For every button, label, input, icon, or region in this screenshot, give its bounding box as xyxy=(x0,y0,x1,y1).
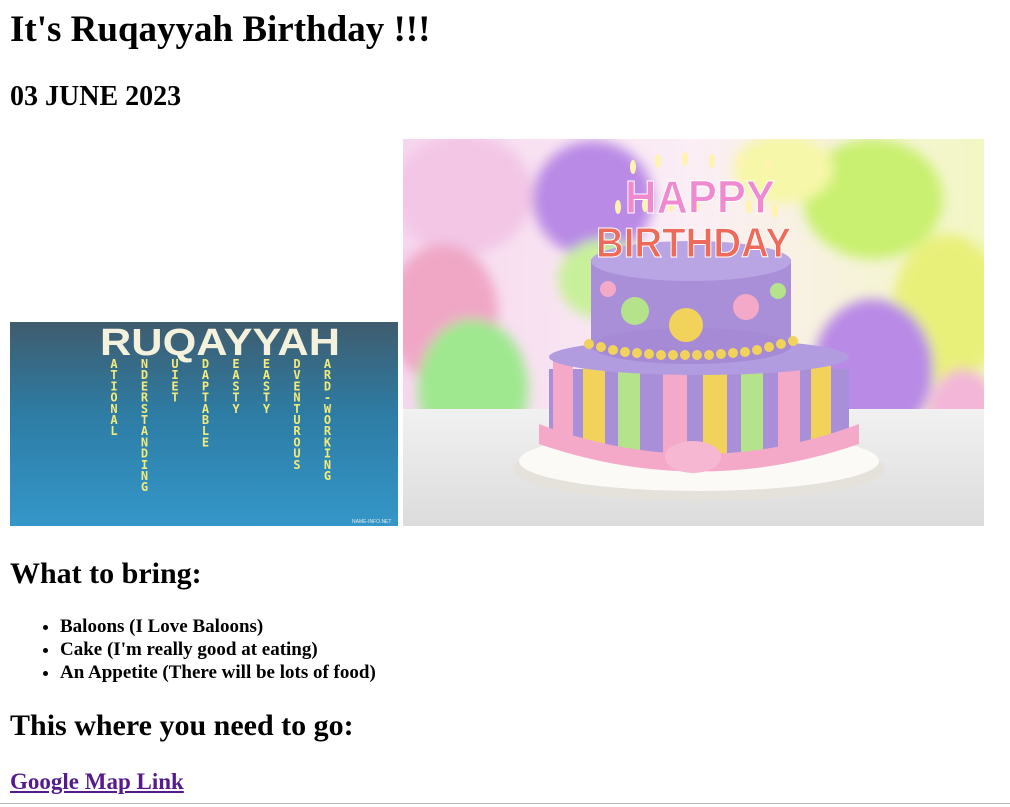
acrostic-letter: L xyxy=(110,424,117,438)
acrostic-word-8: ARD-WORKING xyxy=(324,357,332,483)
acrostic-word-6: EASTY xyxy=(263,357,271,416)
acrostic-word-4: DAPTABLE xyxy=(202,357,210,449)
acrostic-word-1: ATIONAL xyxy=(110,357,118,438)
name-acrostic-graphic: RUQAYYAH ATIONAL NDERSTANDING UIET DAPTABLE… xyxy=(100,322,391,525)
bring-list: Baloons (I Love Baloons) Cake (I'm reall… xyxy=(10,615,376,684)
acrostic-word-7: DVENTUROUS xyxy=(293,357,301,472)
location-heading: This where you need to go: xyxy=(10,709,354,742)
acrostic-word-5: EASTY xyxy=(232,357,240,416)
candle-birthday: BIRTHDAY xyxy=(596,219,791,266)
acrostic-word-3: UIET xyxy=(171,357,178,405)
acrostic-letter: G xyxy=(141,480,148,494)
acrostic-letter: Y xyxy=(232,402,240,416)
list-item: Baloons (I Love Baloons) xyxy=(60,615,376,638)
name-heading: RUQAYYAH xyxy=(100,322,340,364)
watermark: NAME-INFO.NET xyxy=(352,519,391,525)
acrostic-letter: Y xyxy=(263,402,271,416)
acrostic-letter: S xyxy=(293,458,300,472)
list-item: An Appetite (There will be lots of food) xyxy=(60,661,376,684)
page-divider xyxy=(0,803,1010,804)
acrostic-letter: E xyxy=(202,435,209,449)
list-item: Cake (I'm really good at eating) xyxy=(60,638,376,661)
birthday-cake-image: HAPPY BIRTHDAY xyxy=(403,139,984,526)
name-meaning-image: RUQAYYAH ATIONAL NDERSTANDING UIET DAPTABLE… xyxy=(10,322,398,526)
event-date: 03 JUNE 2023 xyxy=(10,81,182,112)
acrostic-word-2: NDERSTANDING xyxy=(141,357,149,494)
google-map-link[interactable]: Google Map Link xyxy=(10,768,184,796)
acrostic-letter: G xyxy=(324,469,331,483)
acrostic-letter: T xyxy=(171,391,178,405)
page-title: It's Ruqayyah Birthday !!! xyxy=(10,9,431,50)
candle-happy: HAPPY xyxy=(625,171,775,223)
acrostic-columns: ATIONAL NDERSTANDING UIET DAPTABLE EASTY EAST… xyxy=(110,357,332,494)
cake-graphic: HAPPY BIRTHDAY xyxy=(403,139,984,526)
what-to-bring-heading: What to bring: xyxy=(10,557,202,590)
